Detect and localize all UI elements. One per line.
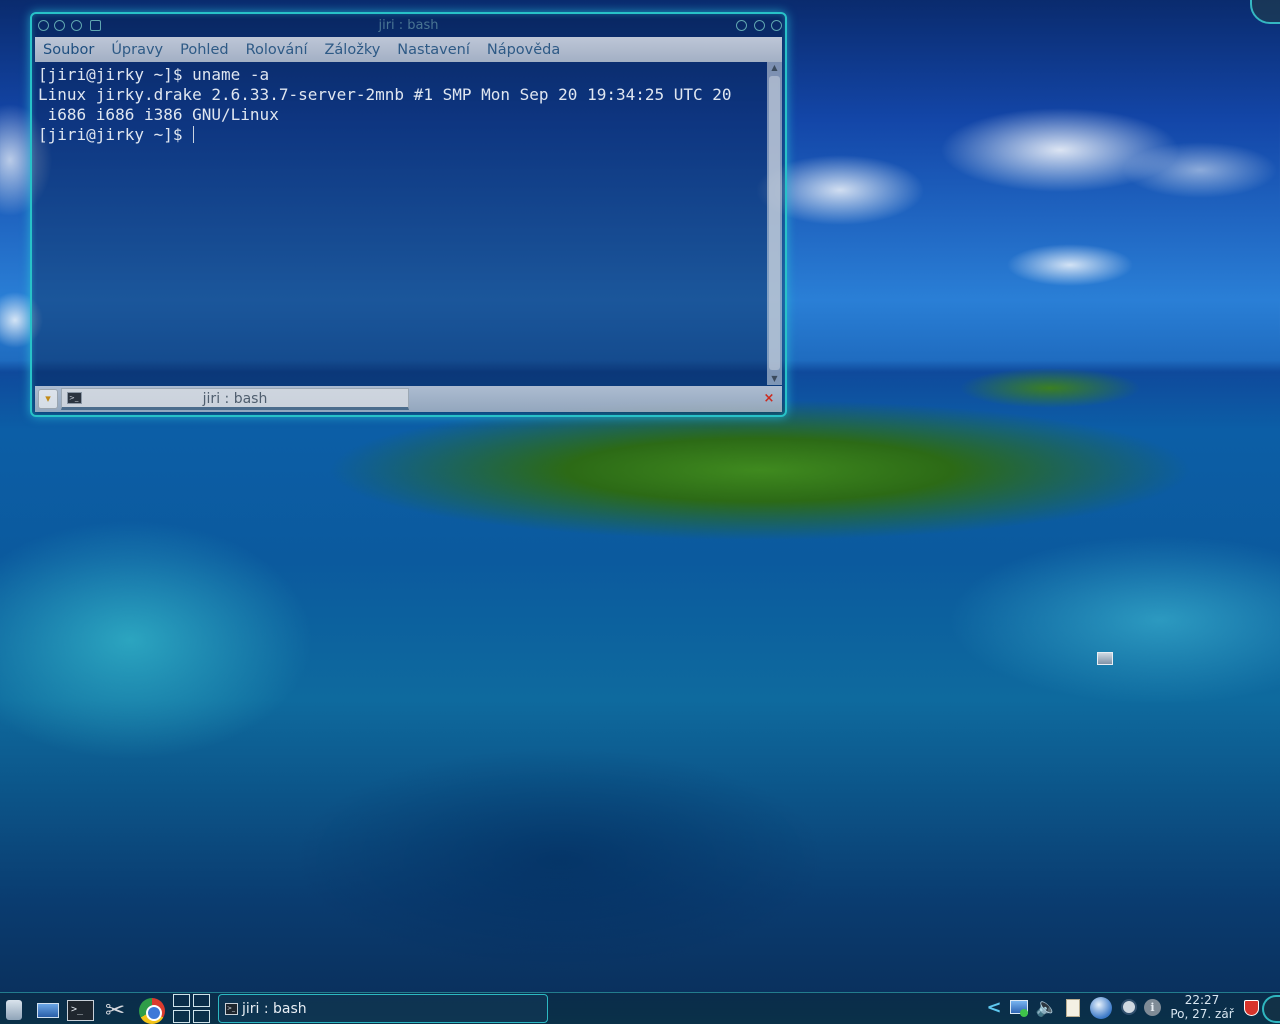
terminal-output[interactable]: [jiri@jirky ~]$ uname -a Linux jirky.drak… (35, 62, 767, 385)
clipboard-icon[interactable] (1063, 997, 1083, 1021)
kget-icon[interactable] (1118, 997, 1140, 1021)
update-icon[interactable] (1088, 997, 1114, 1021)
clock-time: 22:27 (1184, 993, 1220, 1007)
network-icon[interactable] (1008, 997, 1030, 1021)
tab-jiri-bash[interactable]: >_ jiri : bash (61, 388, 409, 410)
window-title: jiri : bash (378, 18, 439, 33)
desktop-pager (172, 993, 212, 1024)
clock-date: Po, 27. zář (1170, 1007, 1234, 1021)
kmenu-icon[interactable] (2, 997, 28, 1023)
desktop-toolbox-icon[interactable] (1250, 0, 1280, 24)
taskbar-item-konsole[interactable]: >_ jiri : bash (218, 994, 548, 1023)
terminal-prompt: [jiri@jirky ~]$ (38, 125, 193, 144)
vertical-scrollbar[interactable]: ▲ ▼ (767, 62, 782, 385)
scrollbar-thumb[interactable] (769, 76, 780, 370)
chrome-icon[interactable] (138, 997, 165, 1024)
menubar: Soubor Úpravy Pohled Rolování Záložky Na… (35, 37, 782, 62)
menu-bookmarks[interactable]: Záložky (322, 42, 382, 58)
new-tab-button[interactable]: ▾ (38, 389, 58, 409)
menu-file[interactable]: Soubor (41, 42, 96, 58)
terminal-prompt-line: [jiri@jirky ~]$ (38, 125, 764, 145)
taskbar-panel: >_ ✂ >_ jiri : bash < 🔈 i 22:27 Po, 27. … (0, 992, 1280, 1024)
close-icon[interactable] (771, 20, 782, 31)
maximize-icon[interactable] (754, 20, 765, 31)
pager-desktop-2[interactable] (193, 994, 210, 1007)
konsole-window[interactable]: jiri : bash Soubor Úpravy Pohled Rolován… (30, 12, 787, 417)
close-tab-icon[interactable]: × (762, 392, 776, 406)
tab-bar: ▾ >_ jiri : bash × (35, 386, 782, 412)
panel-toolbox-icon[interactable] (1262, 995, 1280, 1023)
menu-scrollback[interactable]: Rolování (244, 42, 310, 58)
tray-expand-icon[interactable]: < (986, 997, 1002, 1021)
menu-settings[interactable]: Nastavení (395, 42, 472, 58)
scroll-down-arrow-icon[interactable]: ▼ (767, 373, 782, 385)
window-titlebar[interactable]: jiri : bash (32, 14, 785, 38)
menu-view[interactable]: Pohled (178, 42, 230, 58)
taskbar-item-label: jiri : bash (242, 1001, 307, 1017)
terminal-line: Linux jirky.drake 2.6.33.7-server-2mnb #… (38, 85, 732, 104)
text-cursor (193, 126, 195, 143)
menu-help[interactable]: Nápověda (485, 42, 562, 58)
clock[interactable]: 22:27 Po, 27. zář (1165, 993, 1239, 1024)
shield-icon[interactable] (1243, 997, 1261, 1021)
pager-desktop-4[interactable] (193, 1010, 210, 1023)
pager-desktop-1[interactable] (173, 994, 190, 1007)
tools-icon[interactable]: ✂ (102, 997, 128, 1023)
pager-desktop-3[interactable] (173, 1010, 190, 1023)
info-icon[interactable]: i (1143, 997, 1163, 1021)
minimize-icon[interactable] (736, 20, 747, 31)
desktop-folder-icon[interactable] (1097, 652, 1113, 665)
terminal-icon: >_ (225, 1003, 238, 1015)
menu-edit[interactable]: Úpravy (109, 42, 165, 58)
tab-label: jiri : bash (202, 391, 268, 407)
terminal-line: [jiri@jirky ~]$ uname -a (38, 65, 270, 84)
show-desktop-icon[interactable] (35, 997, 61, 1023)
konsole-icon[interactable]: >_ (67, 997, 94, 1023)
terminal-line: i686 i686 i386 GNU/Linux (38, 105, 279, 124)
volume-icon[interactable]: 🔈 (1035, 997, 1059, 1021)
scroll-up-arrow-icon[interactable]: ▲ (767, 62, 782, 74)
